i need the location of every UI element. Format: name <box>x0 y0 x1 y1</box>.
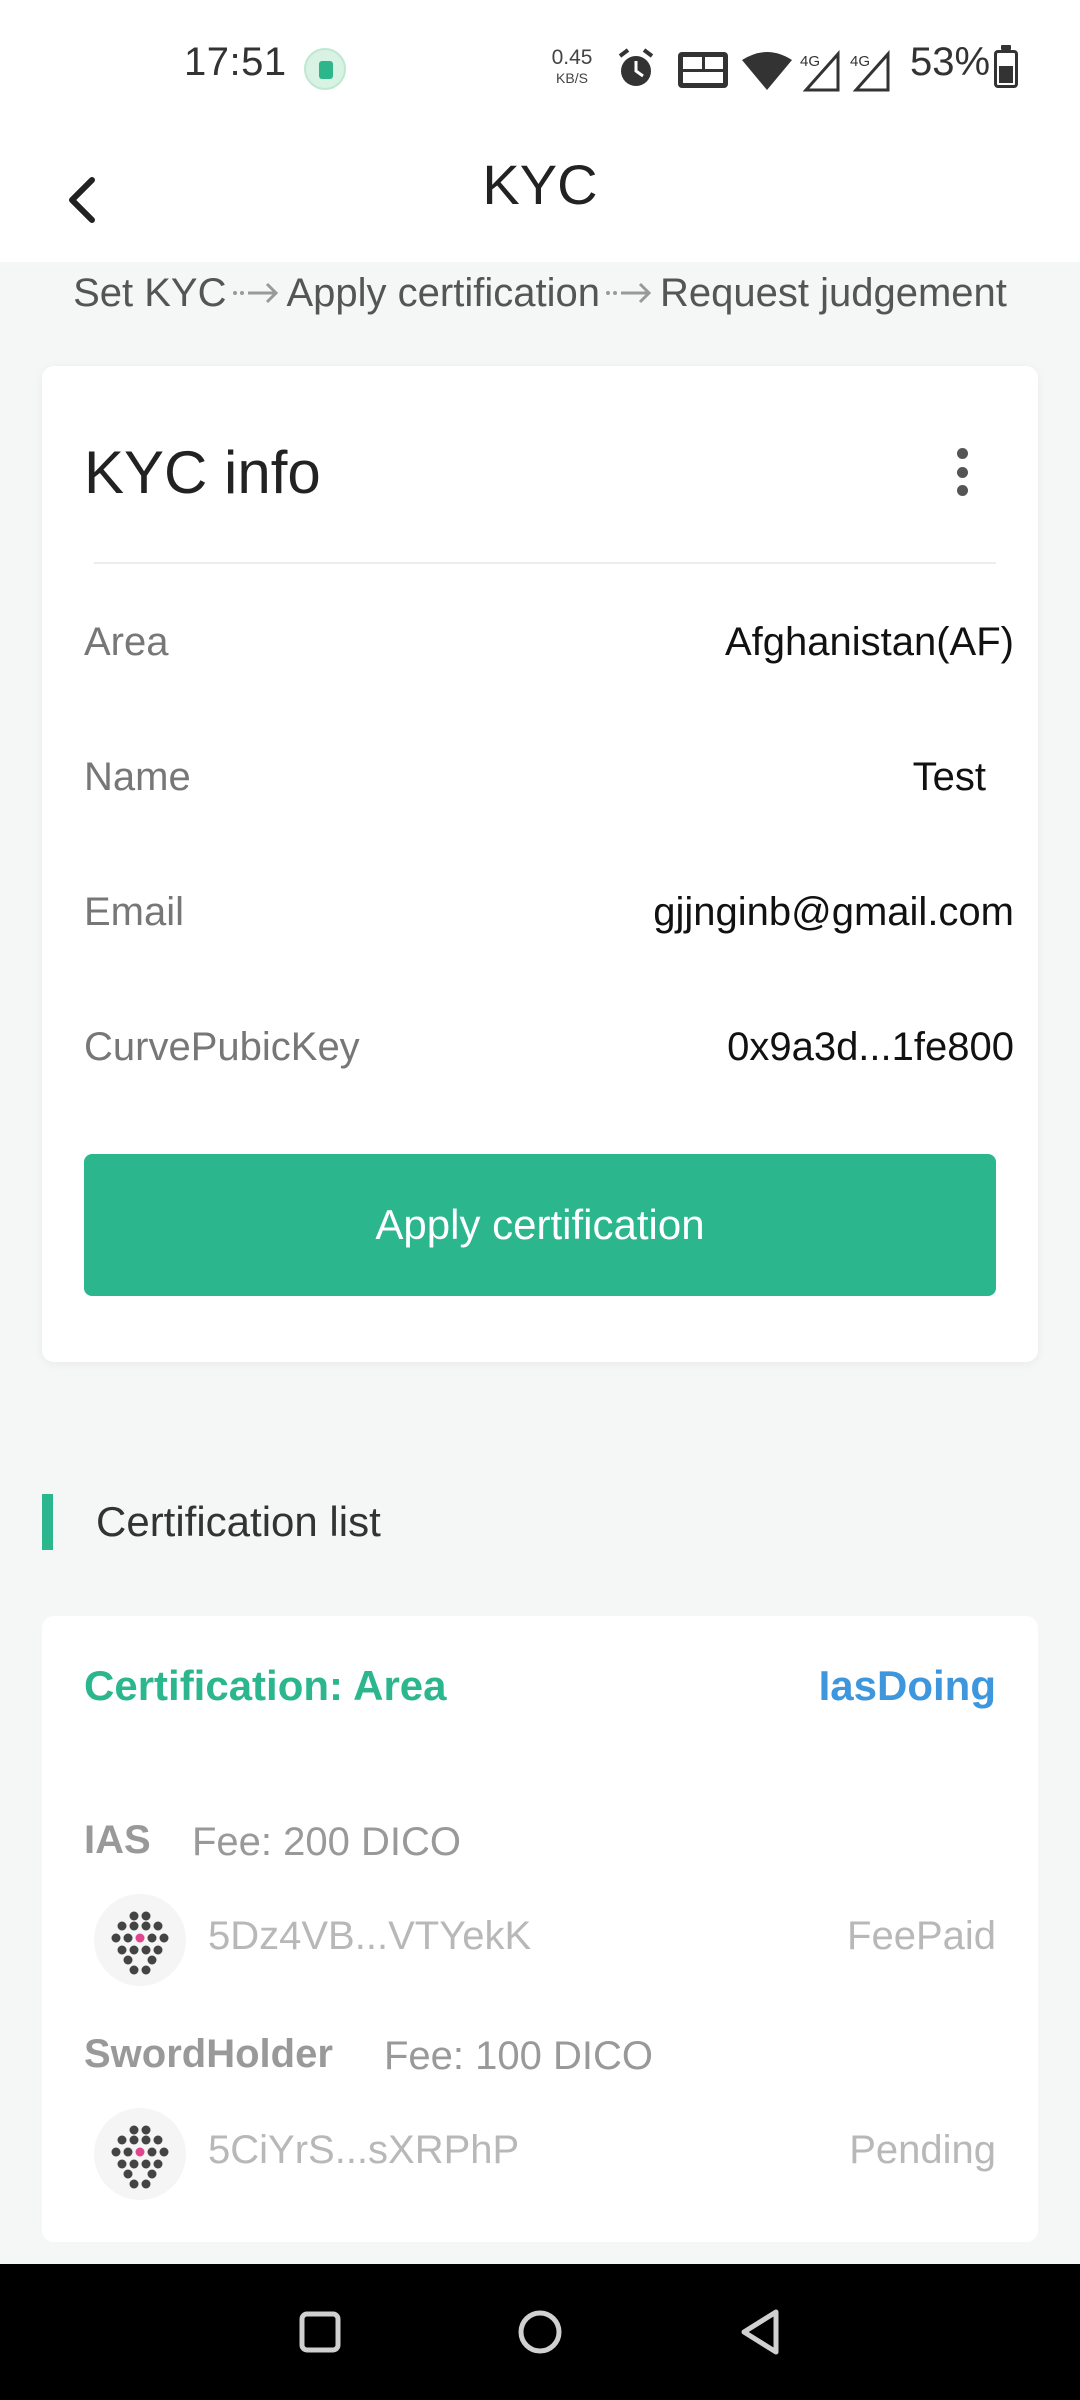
back-nav-button[interactable] <box>732 2304 788 2360</box>
recents-button[interactable] <box>292 2304 348 2360</box>
network-speed-unit: KB/S <box>556 70 588 86</box>
home-button[interactable] <box>512 2304 568 2360</box>
info-row-name: Name Test <box>84 743 1014 813</box>
network-speed-value: 0.45 <box>551 46 593 69</box>
identicon-avatar <box>94 1894 186 1986</box>
dotted-arrow-icon <box>605 282 652 304</box>
signal-4g-icon-1: 4G <box>800 50 840 92</box>
kyc-steps: Set KYC Apply certification Request judg… <box>0 262 1080 324</box>
more-dot-icon <box>956 485 968 496</box>
registrar-fee: Fee: 100 DICO <box>384 2034 654 2078</box>
alarm-icon <box>618 48 654 86</box>
certification-status: IasDoing <box>818 1662 996 1709</box>
identicon-avatar <box>94 2108 186 2200</box>
registrar-address: 5Dz4VB...VTYekK <box>208 1914 532 1958</box>
info-value: 0x9a3d...1fe800 <box>727 1025 1014 1069</box>
registrar-item: IAS Fee: 200 DICO 5Dz4VB...VTYekK FeePai… <box>84 1818 996 2018</box>
registrar-address: 5CiYrS...sXRPhP <box>208 2128 520 2172</box>
step-request-judgement: Request judgement <box>659 270 1007 315</box>
app-notification-icon <box>304 48 346 90</box>
kyc-info-title: KYC info <box>84 439 321 506</box>
system-navigation-bar <box>0 2264 1080 2400</box>
battery-percent: 53% <box>910 40 991 84</box>
registrar-name: SwordHolder <box>84 2032 333 2076</box>
app-header: KYC <box>0 136 1080 262</box>
registrar-state: FeePaid <box>847 1914 996 1958</box>
divider <box>94 562 996 564</box>
more-options-button[interactable] <box>942 440 982 504</box>
info-label: CurvePubicKey <box>84 1025 360 1069</box>
info-row-curve-pubic-key: CurvePubicKey 0x9a3d...1fe800 <box>84 1013 1014 1083</box>
svg-text:4G: 4G <box>850 53 870 70</box>
info-row-email: Email gjjnginb@gmail.com <box>84 878 1014 948</box>
info-label: Email <box>84 890 185 934</box>
info-row-area: Area Afghanistan(AF) <box>84 608 1014 678</box>
network-speed: 0.45 KB/S <box>548 46 596 88</box>
section-accent-bar <box>42 1494 53 1550</box>
certification-title: Certification: Area <box>84 1662 447 1709</box>
step-set-kyc: Set KYC <box>73 270 227 315</box>
info-value: Afghanistan(AF) <box>724 620 1014 664</box>
registrar-state: Pending <box>849 2128 996 2172</box>
registrar-fee: Fee: 200 DICO <box>192 1820 462 1864</box>
volte-icon <box>678 52 728 88</box>
page-title: KYC <box>482 153 598 216</box>
step-apply-certification: Apply certification <box>286 270 600 315</box>
wifi-icon <box>742 52 792 90</box>
status-bar: 17:51 0.45 KB/S 4G 4G 53% <box>0 0 1080 136</box>
info-value: gjjnginb@gmail.com <box>653 890 1014 934</box>
registrar-item: SwordHolder Fee: 100 DICO 5CiYrS...sXRPh… <box>84 2032 996 2232</box>
more-dot-icon <box>956 448 968 459</box>
status-time: 17:51 <box>184 40 287 84</box>
certification-list-title: Certification list <box>96 1498 381 1545</box>
signal-4g-icon-2: 4G <box>850 50 890 92</box>
more-dot-icon <box>956 466 968 478</box>
dotted-arrow-icon <box>232 282 278 304</box>
status-icons: 4G 4G <box>618 48 890 92</box>
apply-certification-button[interactable]: Apply certification <box>84 1154 996 1296</box>
certification-card[interactable]: Certification: Area IasDoing IAS Fee: 20… <box>42 1616 1038 2242</box>
svg-text:4G: 4G <box>800 53 820 70</box>
registrar-name: IAS <box>84 1818 151 1862</box>
kyc-info-card: KYC info Area Afghanistan(AF) Name Test … <box>42 366 1038 1362</box>
info-label: Area <box>84 620 169 664</box>
info-label: Name <box>84 755 191 799</box>
info-value: Test <box>912 755 986 799</box>
battery-icon <box>994 45 1018 88</box>
